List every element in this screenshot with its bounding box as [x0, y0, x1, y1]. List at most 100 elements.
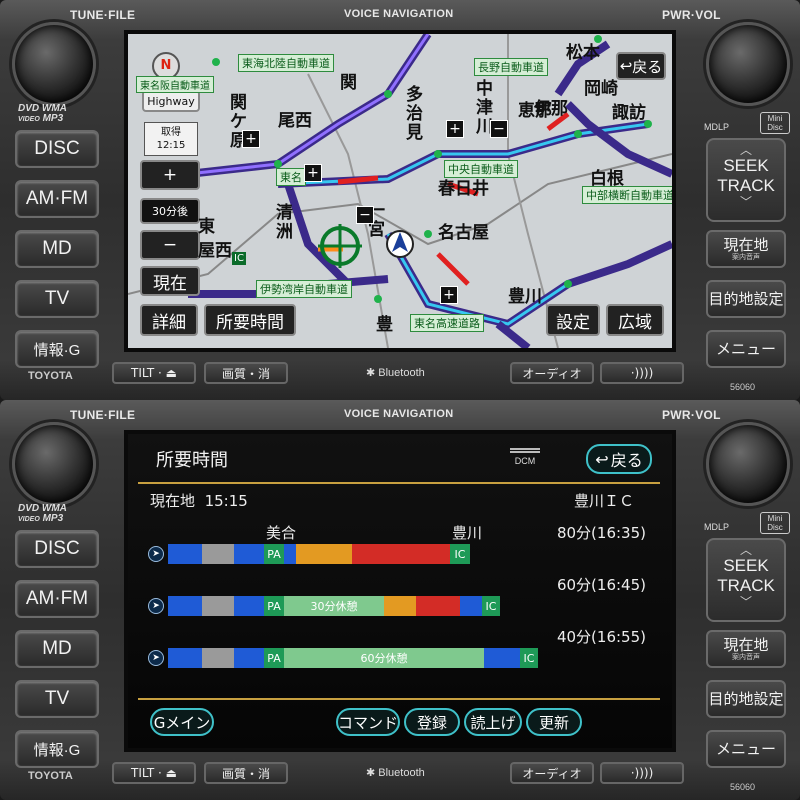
place-name: 白根	[590, 169, 624, 189]
bluetooth-icon: ✱	[366, 367, 376, 379]
destination-name: 豊川ＩＣ	[574, 492, 635, 510]
chevron-down-icon: ﹀	[739, 595, 752, 609]
register-button[interactable]: 登録	[404, 708, 460, 736]
bottom-button-strip: TILT · ⏏ 画質・消 ✱ Bluetooth オーディオ ·))))	[112, 760, 690, 786]
seg-pa: PA	[264, 544, 284, 564]
seg-blue	[484, 648, 520, 668]
place-name: 屋西	[198, 241, 232, 261]
wide-area-button[interactable]: 広域	[606, 304, 664, 336]
route-bar[interactable]: PA IC	[168, 544, 470, 564]
start-arrow-icon: ➤	[148, 546, 164, 562]
voice-navigation-label: VOICE NAVIGATION	[344, 8, 454, 20]
place-name: 諏訪	[612, 103, 646, 123]
end-label: 豊川	[452, 524, 483, 542]
phone-button[interactable]: ·))))	[600, 762, 684, 784]
am-fm-button[interactable]: AM·FM	[15, 580, 99, 618]
g-main-button[interactable]: Gメイン	[150, 708, 214, 736]
zoom-in-button[interactable]: +	[140, 160, 200, 190]
seg-ic: IC	[482, 596, 500, 616]
place-name: 豊川	[508, 287, 542, 307]
current-location-button[interactable]: 現在地 案内音声	[706, 630, 786, 668]
bottom-button-strip: TILT · ⏏ 画質・消 ✱ Bluetooth オーディオ ·))))	[112, 360, 690, 386]
highway-mode-button[interactable]: Highway	[142, 90, 200, 112]
picture-quality-off-button[interactable]: 画質・消	[204, 762, 288, 784]
ic-tag: IC	[232, 252, 246, 265]
divider	[138, 482, 660, 484]
seg-ic: IC	[450, 544, 470, 564]
phone-button[interactable]: ·))))	[600, 362, 684, 384]
back-button[interactable]: ↩ 戻る	[616, 52, 666, 80]
facility-marker-icon[interactable]: +	[242, 130, 260, 148]
info-g-button[interactable]: 情報·G	[15, 330, 99, 368]
divider	[138, 698, 660, 700]
travel-time-button[interactable]: 所要時間	[204, 304, 296, 336]
expressway-label: 東名	[276, 168, 306, 186]
audio-button[interactable]: オーディオ	[510, 362, 594, 384]
current-location-time: 現在地 15:15	[150, 492, 248, 510]
seg-blue	[168, 544, 202, 564]
place-name: 春日井	[438, 179, 489, 199]
update-button[interactable]: 更新	[526, 708, 582, 736]
back-button[interactable]: ↩ 戻る	[586, 444, 652, 474]
scale-indicator: 30分後	[140, 198, 200, 224]
picture-quality-off-button[interactable]: 画質・消	[204, 362, 288, 384]
head-unit-top: TUNE·FILE VOICE NAVIGATION PWR·VOL DVD W…	[0, 0, 800, 400]
expressway-label: 長野自動車道	[474, 58, 548, 76]
head-unit-bottom: TUNE·FILE VOICE NAVIGATION PWR·VOL DVD W…	[0, 400, 800, 800]
route-bar[interactable]: PA 60分休憩 IC	[168, 648, 538, 668]
route-bar[interactable]: PA 30分休憩 IC	[168, 596, 500, 616]
place-name: 名古屋	[438, 223, 489, 243]
pwr-vol-label: PWR·VOL	[662, 408, 721, 422]
read-aloud-button[interactable]: 読上げ	[464, 708, 522, 736]
menu-button[interactable]: メニュー	[706, 730, 786, 768]
power-volume-knob[interactable]	[706, 422, 790, 506]
dvd-wma-logo: DVD WMA VIDEO MP3	[18, 503, 67, 524]
seg-orange	[384, 596, 416, 616]
md-button[interactable]: MD	[15, 230, 99, 268]
dvd-wma-logo: DVD WMA VIDEO MP3	[18, 103, 67, 124]
power-volume-knob[interactable]	[706, 22, 790, 106]
return-arrow-icon: ↩	[595, 449, 609, 469]
info-g-button[interactable]: 情報·G	[15, 730, 99, 768]
current-location-button[interactable]: 現在地 案内音声	[706, 230, 786, 268]
facility-marker-icon[interactable]: +	[304, 164, 322, 182]
facility-marker-icon[interactable]: +	[440, 286, 458, 304]
travel-time-screen: 所要時間 DCM ↩ 戻る 現在地 15:15 豊川ＩＣ 美合 豊川 80分(16…	[124, 430, 676, 752]
place-name: 岡崎	[584, 79, 618, 99]
tilt-eject-button[interactable]: TILT · ⏏	[112, 362, 196, 384]
disc-button[interactable]: DISC	[15, 130, 99, 168]
bluetooth-icon: ✱	[366, 767, 376, 779]
navigation-map-screen[interactable]: ↩ 戻る N Highway 取得 12:15 + 30分後 − 現在 詳細 所要時…	[124, 30, 676, 352]
seek-track-button[interactable]: ︿ SEEK TRACK ﹀	[706, 138, 786, 222]
destination-setting-button[interactable]: 目的地設定	[706, 280, 786, 318]
tune-file-knob[interactable]	[12, 22, 96, 106]
tv-button[interactable]: TV	[15, 680, 99, 718]
chevron-up-icon: ︿	[739, 543, 752, 557]
menu-button[interactable]: メニュー	[706, 330, 786, 368]
seek-track-button[interactable]: ︿ SEEK TRACK ﹀	[706, 538, 786, 622]
seg-orange	[296, 544, 352, 564]
facility-marker-icon[interactable]: −	[490, 120, 508, 138]
tilt-eject-button[interactable]: TILT · ⏏	[112, 762, 196, 784]
seg-blue	[168, 648, 202, 668]
facility-marker-icon[interactable]: −	[356, 206, 374, 224]
expressway-label: 東名高速道路	[410, 314, 484, 332]
detail-button[interactable]: 詳細	[140, 304, 198, 336]
seg-blue	[234, 596, 264, 616]
start-arrow-icon: ➤	[148, 650, 164, 666]
zoom-out-button[interactable]: −	[140, 230, 200, 260]
tv-button[interactable]: TV	[15, 280, 99, 318]
am-fm-button[interactable]: AM·FM	[15, 180, 99, 218]
seg-blue	[284, 544, 296, 564]
current-position-button[interactable]: 現在	[140, 266, 200, 296]
settings-button[interactable]: 設定	[546, 304, 600, 336]
audio-button[interactable]: オーディオ	[510, 762, 594, 784]
disc-button[interactable]: DISC	[15, 530, 99, 568]
model-number: 56060	[730, 782, 756, 792]
seg-ic: IC	[520, 648, 538, 668]
tune-file-knob[interactable]	[12, 422, 96, 506]
command-button[interactable]: コマンド	[336, 708, 400, 736]
md-button[interactable]: MD	[15, 630, 99, 668]
facility-marker-icon[interactable]: +	[446, 120, 464, 138]
destination-setting-button[interactable]: 目的地設定	[706, 680, 786, 718]
